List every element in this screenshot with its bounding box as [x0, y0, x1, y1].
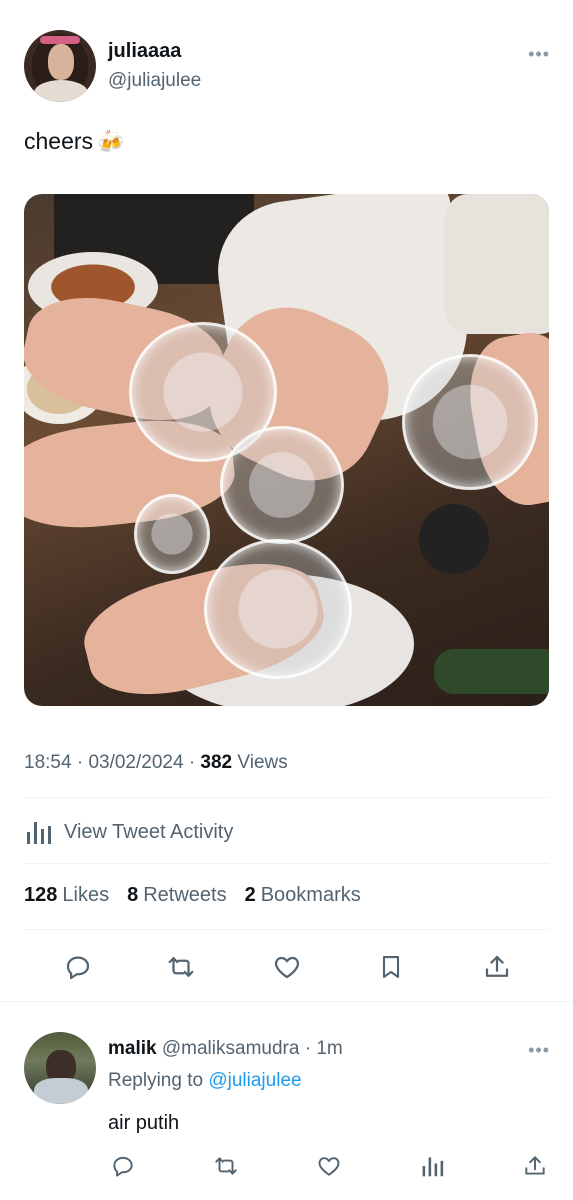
reply-reply-button[interactable]: [108, 1150, 138, 1182]
avatar[interactable]: [24, 30, 96, 102]
reply-header: malik @maliksamudra · 1m: [108, 1038, 343, 1059]
divider: [0, 1001, 573, 1002]
tweet-time[interactable]: 18:54: [24, 752, 72, 773]
retweet-button[interactable]: [163, 949, 199, 985]
divider: [24, 797, 549, 798]
reply-author-name[interactable]: malik: [108, 1038, 157, 1059]
bookmark-button[interactable]: [373, 949, 409, 985]
reply-retweet-button[interactable]: [211, 1150, 241, 1182]
reply-tweet[interactable]: malik @maliksamudra · 1m ••• Replying to…: [24, 1030, 550, 1190]
views-count: 382: [200, 752, 233, 773]
retweets-stat[interactable]: 8 Retweets: [127, 884, 227, 907]
reply-time[interactable]: 1m: [316, 1038, 342, 1059]
divider: [24, 863, 549, 864]
reply-like-button[interactable]: [314, 1150, 344, 1182]
retweet-icon: [168, 957, 194, 977]
tweet-text-content: cheers: [24, 128, 94, 154]
reply-icon: [66, 956, 90, 980]
tweet-action-bar: [24, 945, 549, 989]
reply-icon: [113, 1156, 133, 1177]
tweet-photo[interactable]: [24, 194, 549, 706]
likes-stat[interactable]: 128 Likes: [24, 884, 109, 907]
beer-mugs-emoji: 🍻: [97, 129, 125, 154]
heart-icon: [318, 1157, 340, 1176]
author-handle[interactable]: @juliajulee: [108, 70, 201, 92]
reply-author-handle[interactable]: @maliksamudra: [162, 1038, 300, 1059]
bookmark-icon: [382, 956, 400, 978]
reply-action-bar: [108, 1150, 550, 1182]
replying-to: Replying to @juliajulee: [108, 1070, 302, 1091]
tweet-date[interactable]: 03/02/2024: [88, 752, 183, 773]
author-display-name[interactable]: juliaaaa: [108, 40, 181, 63]
reply-button[interactable]: [60, 949, 96, 985]
reply-share-button[interactable]: [520, 1150, 550, 1182]
more-options-icon[interactable]: •••: [528, 44, 550, 65]
analytics-icon: [422, 1157, 444, 1177]
like-button[interactable]: [269, 949, 305, 985]
share-icon: [485, 955, 509, 977]
reply-analytics-button[interactable]: [417, 1150, 447, 1182]
retweet-icon: [215, 1157, 237, 1175]
share-button[interactable]: [479, 949, 515, 985]
bookmarks-stat[interactable]: 2 Bookmarks: [245, 884, 361, 907]
avatar[interactable]: [24, 1032, 96, 1104]
views-label: Views: [237, 752, 288, 773]
tweet-header: juliaaaa @juliajulee •••: [24, 30, 550, 102]
reply-text: air putih: [108, 1112, 180, 1134]
view-tweet-activity-label: View Tweet Activity: [64, 820, 234, 843]
divider: [24, 929, 549, 930]
tweet-meta: 18:54 · 03/02/2024 · 382 Views: [24, 752, 288, 773]
share-icon: [525, 1156, 545, 1175]
more-options-icon[interactable]: •••: [528, 1040, 550, 1061]
replying-to-handle[interactable]: @juliajulee: [208, 1070, 301, 1091]
view-tweet-activity-button[interactable]: View Tweet Activity: [24, 814, 233, 850]
tweet-stats: 128 Likes 8 Retweets 2 Bookmarks: [24, 884, 361, 907]
tweet-text: cheers 🍻: [24, 128, 124, 155]
analytics-icon: [27, 822, 51, 844]
heart-icon: [274, 956, 300, 979]
